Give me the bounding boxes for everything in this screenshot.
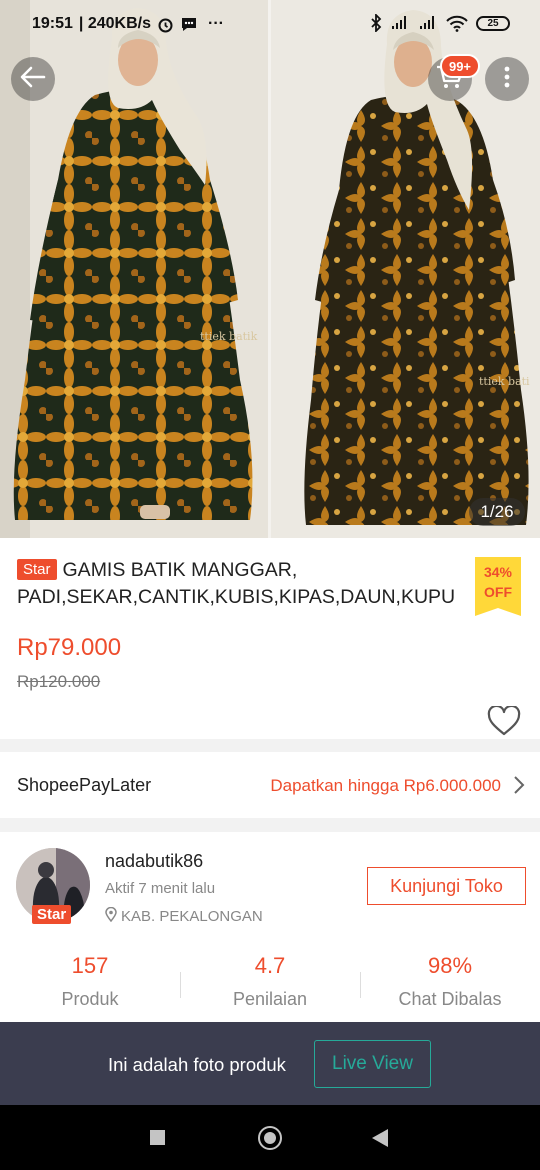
status-time: 19:51 [32,15,73,32]
shop-location: KAB. PEKALONGAN [105,906,263,926]
section-divider-2 [0,818,540,832]
shopee-paylater-row[interactable]: ShopeePayLater Dapatkan hingga Rp6.000.0… [0,752,540,818]
back-button[interactable] [11,57,55,101]
more-vertical-icon [503,65,511,94]
status-bar: 19:51 | 240KB/s ··· 25 [0,0,540,48]
more-notifications: ··· [208,15,224,32]
wifi-icon [446,15,468,32]
discount-tag: 34% OFF [475,557,521,616]
section-divider [0,739,540,752]
live-view-banner: Ini adalah foto produk Live View [0,1022,540,1105]
alarm-icon [157,16,174,33]
shop-name[interactable]: nadabutik86 [105,851,203,872]
stat-value: 4.7 [254,953,286,978]
stat-label: Chat Dibalas [398,989,502,1009]
discount-off-label: OFF [484,584,512,600]
product-image-gallery[interactable]: ttiek batik ttiek bati 19:51 | 240KB/s ·… [0,0,540,538]
home-button[interactable] [258,1126,282,1150]
svg-text:ttiek batik: ttiek batik [200,330,258,343]
more-options-button[interactable] [485,57,529,101]
paylater-promo: Dapatkan hingga Rp6.000.000 [270,776,501,795]
banner-text: Ini adalah foto produk [108,1054,286,1075]
stat-chat-response[interactable]: 98% Chat Dibalas [360,950,540,1020]
stat-value: 98% [427,953,473,978]
product-title-text: GAMIS BATIK MANGGAR, PADI,SEKAR,CANTIK,K… [17,559,456,608]
shop-section: Star nadabutik86 Aktif 7 menit lalu KAB.… [0,832,540,1022]
location-pin-icon [105,906,117,926]
favorite-button[interactable] [487,704,521,740]
signal-icon [390,15,410,31]
original-price: Rp120.000 [17,672,101,691]
shop-stats: 157 Produk 4.7 Penilaian 98% Chat Dibala… [0,950,540,1020]
chevron-right-icon [513,775,525,800]
bluetooth-icon [370,14,382,32]
shop-location-text: KAB. PEKALONGAN [121,908,263,925]
svg-text:ttiek bati: ttiek bati [479,375,530,388]
recent-apps-button[interactable] [150,1130,165,1145]
live-view-button[interactable]: Live View [314,1040,431,1088]
stat-label: Produk [61,989,119,1009]
heart-icon [487,704,521,740]
stat-label: Penilaian [232,989,308,1009]
cart-count-badge: 99+ [440,54,480,78]
stat-rating[interactable]: 4.7 Penilaian [180,950,360,1020]
network-speed: | 240KB/s [78,15,151,32]
stat-value: 157 [71,953,109,978]
product-price: Rp79.000 [17,634,122,661]
discount-percent: 34% [483,564,513,580]
shop-star-badge: Star [32,905,72,924]
battery-indicator: 25 [476,15,510,31]
system-back-button[interactable] [372,1129,388,1147]
stat-products[interactable]: 157 Produk [0,950,180,1020]
star-seller-badge: Star [17,559,57,580]
signal-icon-2 [418,15,438,31]
arrow-left-icon [20,66,46,93]
product-title: Star GAMIS BATIK MANGGAR, PADI,SEKAR,CANT… [17,557,477,611]
paylater-label: ShopeePayLater [17,775,152,795]
visit-shop-button[interactable]: Kunjungi Toko [367,867,526,905]
shop-active-status: Aktif 7 menit lalu [105,880,216,897]
image-page-counter: 1/26 [469,498,525,526]
message-icon [180,16,198,33]
system-navigation-bar [0,1105,540,1170]
